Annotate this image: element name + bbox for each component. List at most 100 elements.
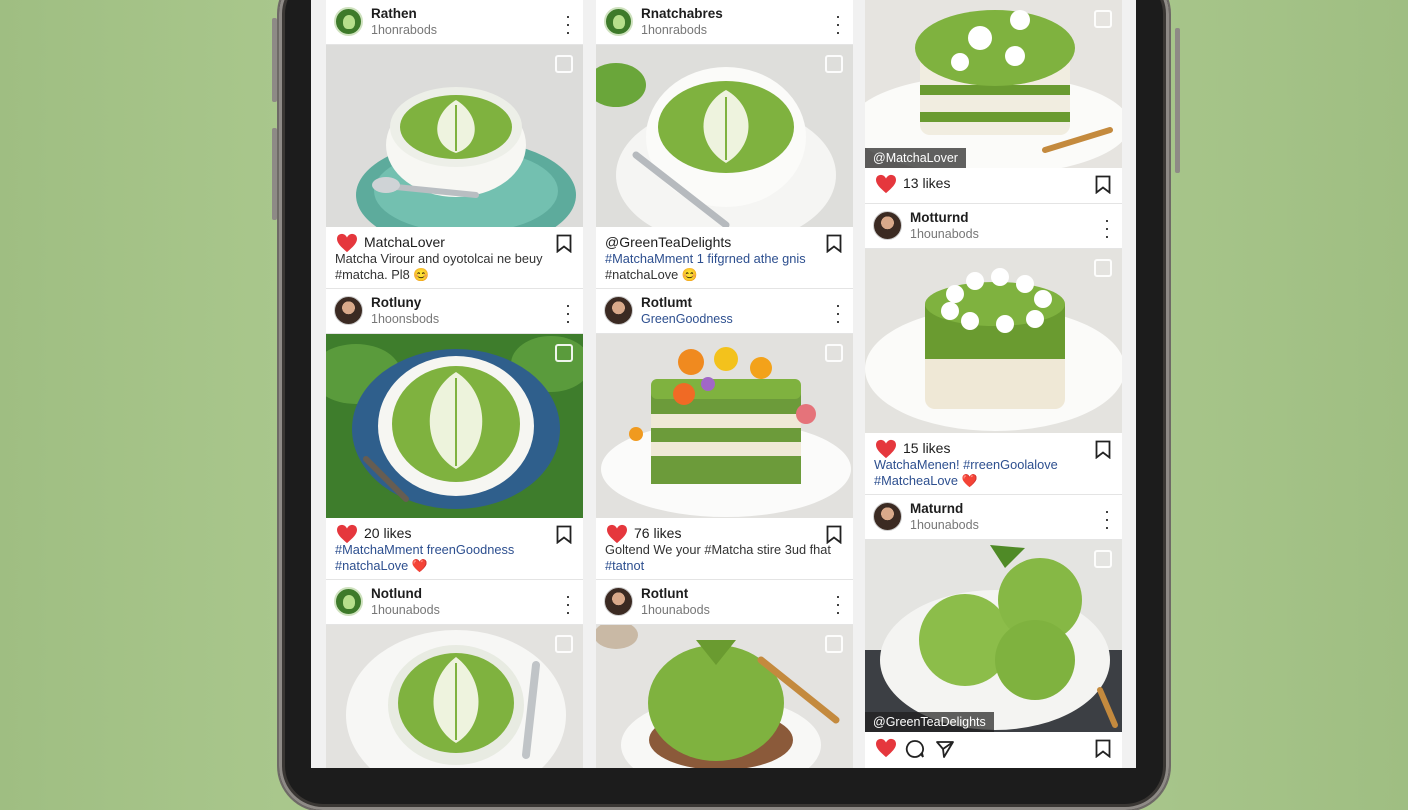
caption-line: #natchaLove 😊 <box>605 267 698 282</box>
phone-volume-button <box>272 128 277 220</box>
post-image-matcha-gelato[interactable] <box>596 625 853 768</box>
username[interactable]: Motturnd <box>910 210 968 225</box>
more-options-icon[interactable]: · · · <box>565 587 571 621</box>
like-count[interactable]: 20 likes <box>364 525 411 541</box>
user-subtitle: 1hounabods <box>910 227 979 241</box>
post-image-matcha-latte[interactable] <box>326 625 583 768</box>
multi-image-icon <box>825 55 843 73</box>
post-header[interactable]: Rotluny 1hoonsbods · · · <box>326 289 583 334</box>
matcha-latte-photo <box>326 334 583 518</box>
username[interactable]: Rotlunt <box>641 586 688 601</box>
more-options-icon[interactable]: · · · <box>835 587 841 621</box>
multi-image-icon <box>825 344 843 362</box>
username[interactable]: Rnatchabres <box>641 6 723 21</box>
avatar[interactable] <box>604 296 633 325</box>
post-image-matcha-cake-cream[interactable] <box>865 249 1122 433</box>
avatar[interactable] <box>604 7 633 36</box>
post-image-matcha-latte-leaves[interactable] <box>326 334 583 518</box>
more-options-icon[interactable]: · · · <box>565 7 571 41</box>
post-image-matcha-latte[interactable] <box>596 45 853 227</box>
caption-line: WatchaMenen! #rreenGoolalove <box>874 457 1058 472</box>
bookmark-icon[interactable] <box>826 234 842 253</box>
more-options-icon[interactable]: · · · <box>835 296 841 330</box>
post-header[interactable]: Rotlunt 1hounabods · · · <box>596 580 853 625</box>
avatar[interactable] <box>334 587 363 616</box>
bookmark-icon[interactable] <box>556 234 572 253</box>
user-subtitle: 1honrabods <box>641 23 708 37</box>
user-subtitle: 1honrabods <box>371 23 438 37</box>
post-footer: 15 likes WatchaMenen! #rreenGoolalove #M… <box>865 433 1122 495</box>
feed-column-3: @MatchaLover 13 likes Motturnd 1hounabod… <box>865 0 1122 768</box>
username[interactable]: Rathen <box>371 6 417 21</box>
matcha-latte-photo <box>326 625 583 768</box>
matcha-cake-photo <box>596 334 853 518</box>
bookmark-icon[interactable] <box>556 525 572 544</box>
multi-image-icon <box>1094 259 1112 277</box>
post-footer: MatchaLover Matcha Virour and oyotolcai … <box>326 227 583 289</box>
caption-line: Goltend We your #Matcha stire 3ud fhat <box>605 542 831 557</box>
matcha-ice-cream-photo <box>865 540 1122 732</box>
user-subtitle: 1hoonsbods <box>371 312 440 326</box>
bookmark-icon[interactable] <box>1095 440 1111 459</box>
post-header[interactable]: Maturnd 1hounabods · · · <box>865 495 1122 540</box>
avatar[interactable] <box>334 7 363 36</box>
post-header[interactable]: Notlund 1hounabods · · · <box>326 580 583 625</box>
more-options-icon[interactable]: · · · <box>1104 211 1110 245</box>
phone-volume-button <box>272 18 277 102</box>
like-count[interactable]: 13 likes <box>903 175 950 191</box>
like-heart-icon[interactable] <box>875 738 897 758</box>
multi-image-icon <box>1094 550 1112 568</box>
post-action-bar <box>865 732 1122 768</box>
avatar[interactable] <box>873 211 902 240</box>
user-subtitle: 1hounabods <box>371 603 440 617</box>
avatar[interactable] <box>334 296 363 325</box>
image-watermark: @GreenTeaDelights <box>865 712 994 732</box>
post-image-matcha-cake[interactable] <box>596 334 853 518</box>
image-watermark: @MatchaLover <box>865 148 966 168</box>
like-heart-icon[interactable] <box>875 174 897 194</box>
post-author[interactable]: @GreenTeaDelights <box>605 234 731 250</box>
post-image-matcha-cake-flowers[interactable]: @MatchaLover <box>865 0 1122 168</box>
username[interactable]: Notlund <box>371 586 422 601</box>
username[interactable]: Maturnd <box>910 501 963 516</box>
matcha-latte-photo <box>596 45 853 227</box>
more-options-icon[interactable]: · · · <box>835 7 841 41</box>
avatar[interactable] <box>873 502 902 531</box>
username[interactable]: Rotluny <box>371 295 421 310</box>
matcha-latte-photo <box>326 45 583 227</box>
post-image-matcha-latte[interactable] <box>326 45 583 227</box>
username[interactable]: Rotlumt <box>641 295 692 310</box>
like-heart-icon[interactable] <box>336 524 358 544</box>
post-footer: @GreenTeaDelights #MatchaMment 1 fifgrne… <box>596 227 853 289</box>
post-image-matcha-ice-cream[interactable]: @GreenTeaDelights <box>865 540 1122 732</box>
phone-power-button <box>1175 28 1180 173</box>
caption-line: #MatchaMment freenGoodness <box>335 542 515 557</box>
post-header[interactable]: Rotlumt GreenGoodness · · · <box>596 289 853 334</box>
post-header[interactable]: Rathen 1honrabods · · · <box>326 0 583 45</box>
like-count[interactable]: 15 likes <box>903 440 950 456</box>
feed-column-1: Rathen 1honrabods · · · MatchaLover Matc… <box>326 0 583 768</box>
like-count[interactable]: 76 likes <box>634 525 681 541</box>
post-header[interactable]: Motturnd 1hounabods · · · <box>865 204 1122 249</box>
caption-line: #tatnot <box>605 558 645 573</box>
feed-screen[interactable]: Rathen 1honrabods · · · MatchaLover Matc… <box>311 0 1136 768</box>
caption-line: #MatcheaLove ❤️ <box>874 473 978 488</box>
share-icon[interactable] <box>935 739 955 759</box>
bookmark-icon[interactable] <box>1095 739 1111 758</box>
like-heart-icon[interactable] <box>875 439 897 459</box>
comment-icon[interactable] <box>905 739 925 759</box>
post-header[interactable]: Rnatchabres 1honrabods · · · <box>596 0 853 45</box>
like-heart-icon[interactable] <box>606 524 628 544</box>
more-options-icon[interactable]: · · · <box>1104 502 1110 536</box>
caption-line: #natchaLove ❤️ <box>335 558 428 573</box>
more-options-icon[interactable]: · · · <box>565 296 571 330</box>
caption-line: #matcha. Pl8 😊 <box>335 267 430 282</box>
bookmark-icon[interactable] <box>1095 175 1111 194</box>
multi-image-icon <box>1094 10 1112 28</box>
post-author[interactable]: MatchaLover <box>364 234 445 250</box>
avatar[interactable] <box>604 587 633 616</box>
like-heart-icon[interactable] <box>336 233 358 253</box>
user-subtitle: 1hounabods <box>910 518 979 532</box>
multi-image-icon <box>555 635 573 653</box>
matcha-cake-photo <box>865 0 1122 168</box>
